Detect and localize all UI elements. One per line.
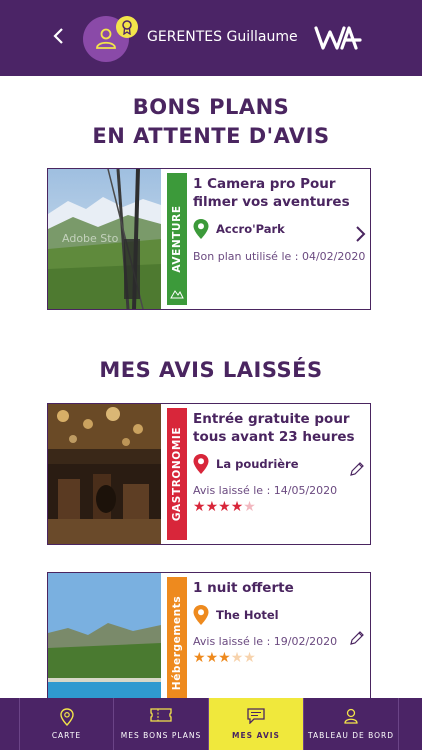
- deal-photo: [48, 404, 161, 544]
- star-empty-icon: ★: [243, 499, 256, 515]
- star-rating: ★★★★★: [193, 499, 256, 515]
- place-name: The Hotel: [216, 608, 279, 622]
- mountain-icon: [170, 290, 184, 299]
- wa-logo-icon: [314, 26, 362, 50]
- category-label: AVENTURE: [171, 205, 183, 273]
- pending-title-line1: BONS PLANS: [132, 95, 290, 119]
- category-tag: Hébergements: [167, 577, 187, 709]
- nav-label: TABLEAU DE BORD: [308, 731, 394, 740]
- stock-watermark: Adobe Sto: [62, 232, 119, 245]
- nav-label: MES BONS PLANS: [120, 731, 202, 740]
- star-empty-icon: ★: [243, 650, 256, 666]
- chevron-right-icon[interactable]: [354, 225, 366, 243]
- user-name: GERENTES Guillaume: [147, 29, 298, 45]
- place-name: La poudrière: [216, 457, 299, 471]
- chat-icon: [247, 708, 265, 724]
- nav-item-mes-avis[interactable]: MES AVIS: [209, 698, 304, 750]
- nav-label: MES AVIS: [232, 731, 280, 740]
- location-pin-icon: [193, 219, 209, 239]
- nav-item-mes-bons-plans[interactable]: MES BONS PLANS: [114, 698, 209, 750]
- location-pin-icon: [193, 454, 209, 474]
- deal-title: Entrée gratuite pour tous avant 23 heure…: [193, 411, 355, 445]
- star-filled-icon: ★: [205, 650, 219, 666]
- star-filled-icon: ★: [218, 499, 231, 515]
- edit-pencil-icon[interactable]: [349, 461, 365, 477]
- pending-deal-card[interactable]: Adobe Sto AVENTURE 1 Camera pro Pour fil…: [47, 168, 371, 310]
- pending-section-title: BONS PLANS EN ATTENTE D'AVIS: [0, 93, 422, 151]
- map-pin-icon: [59, 708, 74, 726]
- back-button[interactable]: [52, 26, 72, 50]
- review-date: Avis laissé le : 19/02/2020: [193, 635, 338, 648]
- star-filled-icon: ★: [230, 499, 244, 515]
- category-label: Hébergements: [171, 595, 183, 691]
- pending-title-line2: EN ATTENTE D'AVIS: [92, 124, 330, 148]
- star-filled-icon: ★: [218, 650, 231, 666]
- star-rating: ★★★★★: [193, 650, 256, 666]
- review-card[interactable]: Hébergements 1 nuit offerte The Hotel Av…: [47, 572, 371, 712]
- medal-badge: [116, 16, 138, 38]
- category-tag: GASTRONOMIE: [167, 408, 187, 540]
- star-empty-icon: ★: [230, 650, 244, 666]
- user-icon: [344, 708, 358, 724]
- reviews-section-title: MES AVIS LAISSÉS: [99, 358, 323, 382]
- ticket-icon: [150, 708, 172, 722]
- bottom-navigation: CARTE MES BONS PLANS MES AVIS TABLEAU DE…: [0, 698, 422, 750]
- deal-title: 1 nuit offerte: [193, 580, 294, 596]
- review-date: Avis laissé le : 14/05/2020: [193, 484, 338, 497]
- user-icon: [96, 28, 116, 49]
- deal-photo: [48, 573, 161, 711]
- category-tag: AVENTURE: [167, 173, 187, 305]
- nav-label: CARTE: [51, 731, 82, 740]
- deal-photo: Adobe Sto: [48, 169, 161, 309]
- edit-pencil-icon[interactable]: [349, 630, 365, 646]
- nav-item-tableau-de-bord[interactable]: TABLEAU DE BORD: [304, 698, 399, 750]
- deal-title: 1 Camera pro Pour filmer vos aventures: [193, 176, 350, 210]
- review-card[interactable]: GASTRONOMIE Entrée gratuite pour tous av…: [47, 403, 371, 545]
- medal-icon: [122, 20, 132, 35]
- brand-logo[interactable]: [314, 24, 362, 56]
- place-name: Accro'Park: [216, 222, 285, 236]
- top-bar: GERENTES Guillaume: [0, 0, 422, 76]
- star-filled-icon: ★: [193, 650, 206, 666]
- nav-item-carte[interactable]: CARTE: [19, 698, 114, 750]
- chevron-left-icon: [53, 28, 63, 44]
- used-date: Bon plan utilisé le : 04/02/2020: [193, 250, 366, 263]
- star-filled-icon: ★: [205, 499, 219, 515]
- star-filled-icon: ★: [193, 499, 206, 515]
- category-label: GASTRONOMIE: [171, 426, 183, 522]
- location-pin-icon: [193, 605, 209, 625]
